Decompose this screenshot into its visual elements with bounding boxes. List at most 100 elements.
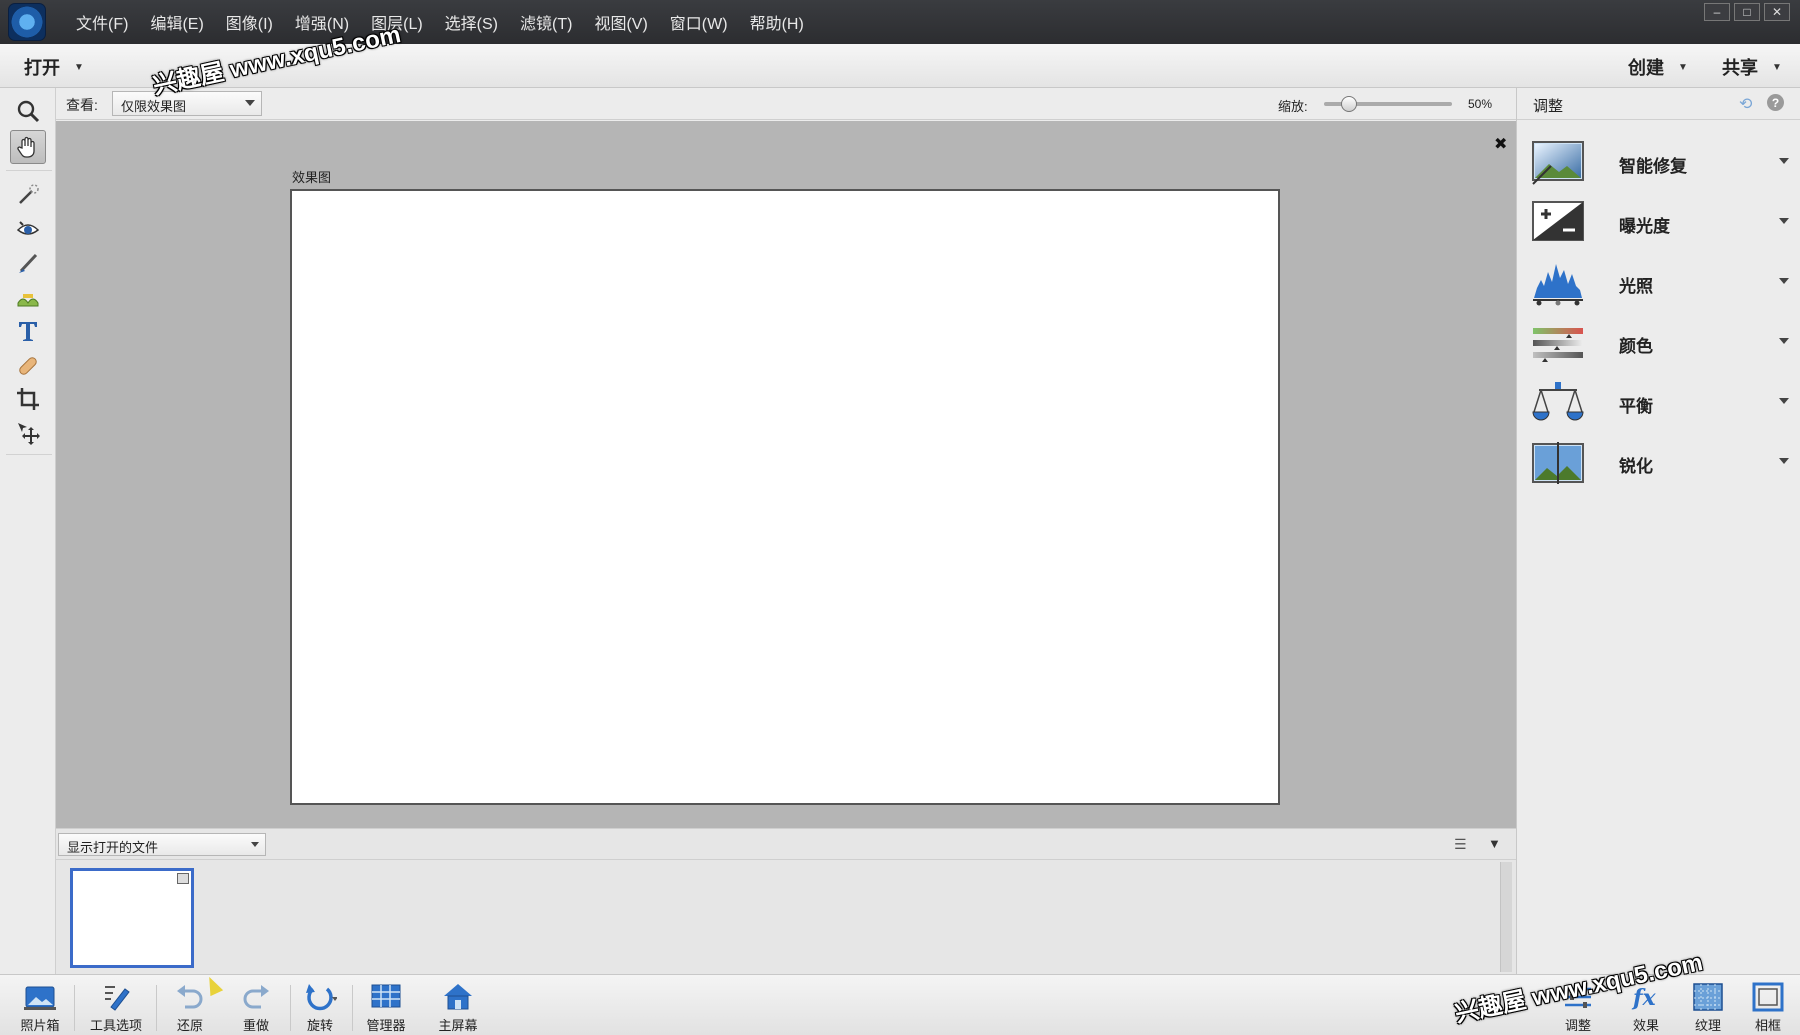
menu-bar: 文件(F) 编辑(E) 图像(I) 增强(N) 图层(L) 选择(S) 滤镜(T… xyxy=(0,0,1800,44)
menu-select[interactable]: 选择(S) xyxy=(445,10,498,34)
chevron-down-icon xyxy=(1779,398,1789,404)
crop-icon xyxy=(17,388,39,410)
minimize-button[interactable]: – xyxy=(1704,3,1730,21)
frames-button[interactable]: 相框 xyxy=(1748,981,1788,1035)
move-tool-button[interactable] xyxy=(10,416,46,450)
close-document-icon[interactable]: ✖ xyxy=(1494,134,1507,154)
menu-edit[interactable]: 编辑(E) xyxy=(150,10,203,34)
adjustment-lighting[interactable]: 光照 xyxy=(1517,254,1800,314)
chevron-down-icon: ▼ xyxy=(1772,61,1782,73)
close-window-button[interactable]: ✕ xyxy=(1764,3,1790,21)
textures-button[interactable]: 纹理 xyxy=(1688,981,1728,1035)
maximize-button[interactable]: □ xyxy=(1734,3,1760,21)
taskbar-divider xyxy=(290,985,291,1031)
quick-select-tool-button[interactable] xyxy=(10,178,46,212)
tool-options-icon xyxy=(105,986,130,1011)
adjustment-label: 曝光度 xyxy=(1619,217,1670,236)
home-screen-icon xyxy=(444,984,472,1010)
rotate-icon xyxy=(306,984,337,1011)
spot-healing-tool-button[interactable] xyxy=(10,280,46,314)
photo-bin-button[interactable]: 照片箱 xyxy=(16,981,64,1035)
crop-tool-button[interactable] xyxy=(10,382,46,416)
bin-filter-select[interactable]: 显示打开的文件 xyxy=(58,833,266,856)
whiten-icon xyxy=(17,294,39,307)
zoom-icon xyxy=(17,100,40,123)
effects-icon: fx xyxy=(1631,985,1656,1011)
bin-scrollbar[interactable] xyxy=(1500,862,1512,972)
open-label: 打开 xyxy=(24,58,60,78)
redo-button[interactable]: 重做 xyxy=(236,981,276,1035)
menu-view[interactable]: 视图(V) xyxy=(594,10,647,34)
home-screen-button[interactable]: 主屏幕 xyxy=(434,981,482,1035)
zoom-slider[interactable] xyxy=(1324,96,1452,112)
adjustment-color[interactable]: 颜色 xyxy=(1517,314,1800,374)
effects-button[interactable]: fx 效果 xyxy=(1626,981,1666,1035)
text-icon xyxy=(19,322,37,341)
bandage-icon xyxy=(19,357,37,375)
menu-filter[interactable]: 滤镜(T) xyxy=(520,10,572,34)
rotate-button[interactable]: 旋转 xyxy=(300,981,340,1035)
taskbar-label: 照片箱 xyxy=(20,1018,60,1033)
adjustment-label: 锐化 xyxy=(1619,457,1653,476)
menu-image[interactable]: 图像(I) xyxy=(226,10,273,34)
red-eye-tool-button[interactable] xyxy=(10,212,46,246)
undo-icon xyxy=(177,985,203,1009)
hand-tool-button[interactable] xyxy=(10,130,46,164)
balance-icon xyxy=(1532,382,1584,421)
undo-button[interactable]: 还原 xyxy=(170,981,210,1035)
menu-window[interactable]: 窗口(W) xyxy=(670,10,728,34)
menu-layer[interactable]: 图层(L) xyxy=(371,10,423,34)
redo-icon xyxy=(243,985,269,1009)
taskbar-label: 纹理 xyxy=(1694,1018,1721,1033)
menu-enhance[interactable]: 增强(N) xyxy=(295,10,349,34)
toolbar-divider xyxy=(6,454,52,455)
adjustment-balance[interactable]: 平衡 xyxy=(1517,374,1800,434)
view-select[interactable]: 仅限效果图 xyxy=(112,91,262,116)
adjustment-sharpen[interactable]: 锐化 xyxy=(1517,434,1800,494)
toolbar-divider xyxy=(6,170,52,171)
menu-file[interactable]: 文件(F) xyxy=(76,10,128,34)
chevron-down-icon xyxy=(251,842,259,847)
taskbar-label: 旋转 xyxy=(306,1018,333,1033)
chevron-down-icon xyxy=(1779,218,1789,224)
help-icon[interactable]: ? xyxy=(1767,94,1784,111)
bin-menu-icon[interactable]: ☰ xyxy=(1454,836,1467,853)
brush-tool-button[interactable] xyxy=(10,246,46,280)
adjustments-icon xyxy=(1565,986,1591,1008)
text-tool-button[interactable] xyxy=(10,314,46,348)
thumbnail-badge-icon xyxy=(177,873,189,884)
tool-options-button[interactable]: 工具选项 xyxy=(86,981,146,1035)
photo-thumbnail[interactable] xyxy=(70,868,194,968)
app-logo-icon xyxy=(8,3,46,41)
taskbar-label: 管理器 xyxy=(366,1018,406,1033)
adjustment-exposure[interactable]: 曝光度 xyxy=(1517,194,1800,254)
photo-bin-bar: 显示打开的文件 ☰ ▼ xyxy=(56,828,1516,860)
svg-text:fx: fx xyxy=(1631,985,1656,1011)
menu-help[interactable]: 帮助(H) xyxy=(750,10,804,34)
document-canvas[interactable] xyxy=(290,189,1280,805)
zoom-tool-button[interactable] xyxy=(10,94,46,128)
create-button[interactable]: 创建 ▼ xyxy=(1628,54,1688,80)
move-icon xyxy=(18,423,40,445)
healing-brush-tool-button[interactable] xyxy=(10,348,46,382)
frames-icon xyxy=(1752,982,1784,1012)
chevron-down-icon xyxy=(1779,278,1789,284)
zoom-slider-thumb[interactable] xyxy=(1340,96,1357,112)
chevron-down-icon: ▼ xyxy=(74,61,84,73)
adjustment-smart-fix[interactable]: 智能修复 xyxy=(1517,134,1800,194)
taskbar-label: 主屏幕 xyxy=(438,1018,478,1033)
chevron-down-icon xyxy=(1779,338,1789,344)
color-icon xyxy=(1533,328,1583,362)
hand-icon xyxy=(17,136,35,158)
adjustments-button[interactable]: 调整 xyxy=(1554,981,1602,1035)
taskbar-label: 重做 xyxy=(242,1018,269,1033)
smart-fix-icon xyxy=(1532,141,1584,185)
organizer-button[interactable]: 管理器 xyxy=(362,981,410,1035)
panel-header: 调整 ⟲ ? xyxy=(1517,88,1800,120)
open-button[interactable]: 打开 ▼ xyxy=(24,54,84,80)
chevron-down-icon[interactable]: ▼ xyxy=(1488,836,1501,851)
share-button[interactable]: 共享 ▼ xyxy=(1722,54,1782,80)
reset-icon[interactable]: ⟲ xyxy=(1739,94,1752,114)
adjustment-label: 颜色 xyxy=(1619,337,1653,356)
bottom-taskbar: 照片箱 工具选项 还原 重做 旋转 管理器 主屏幕 调整 fx 效果 纹理 相框 xyxy=(0,974,1800,1035)
